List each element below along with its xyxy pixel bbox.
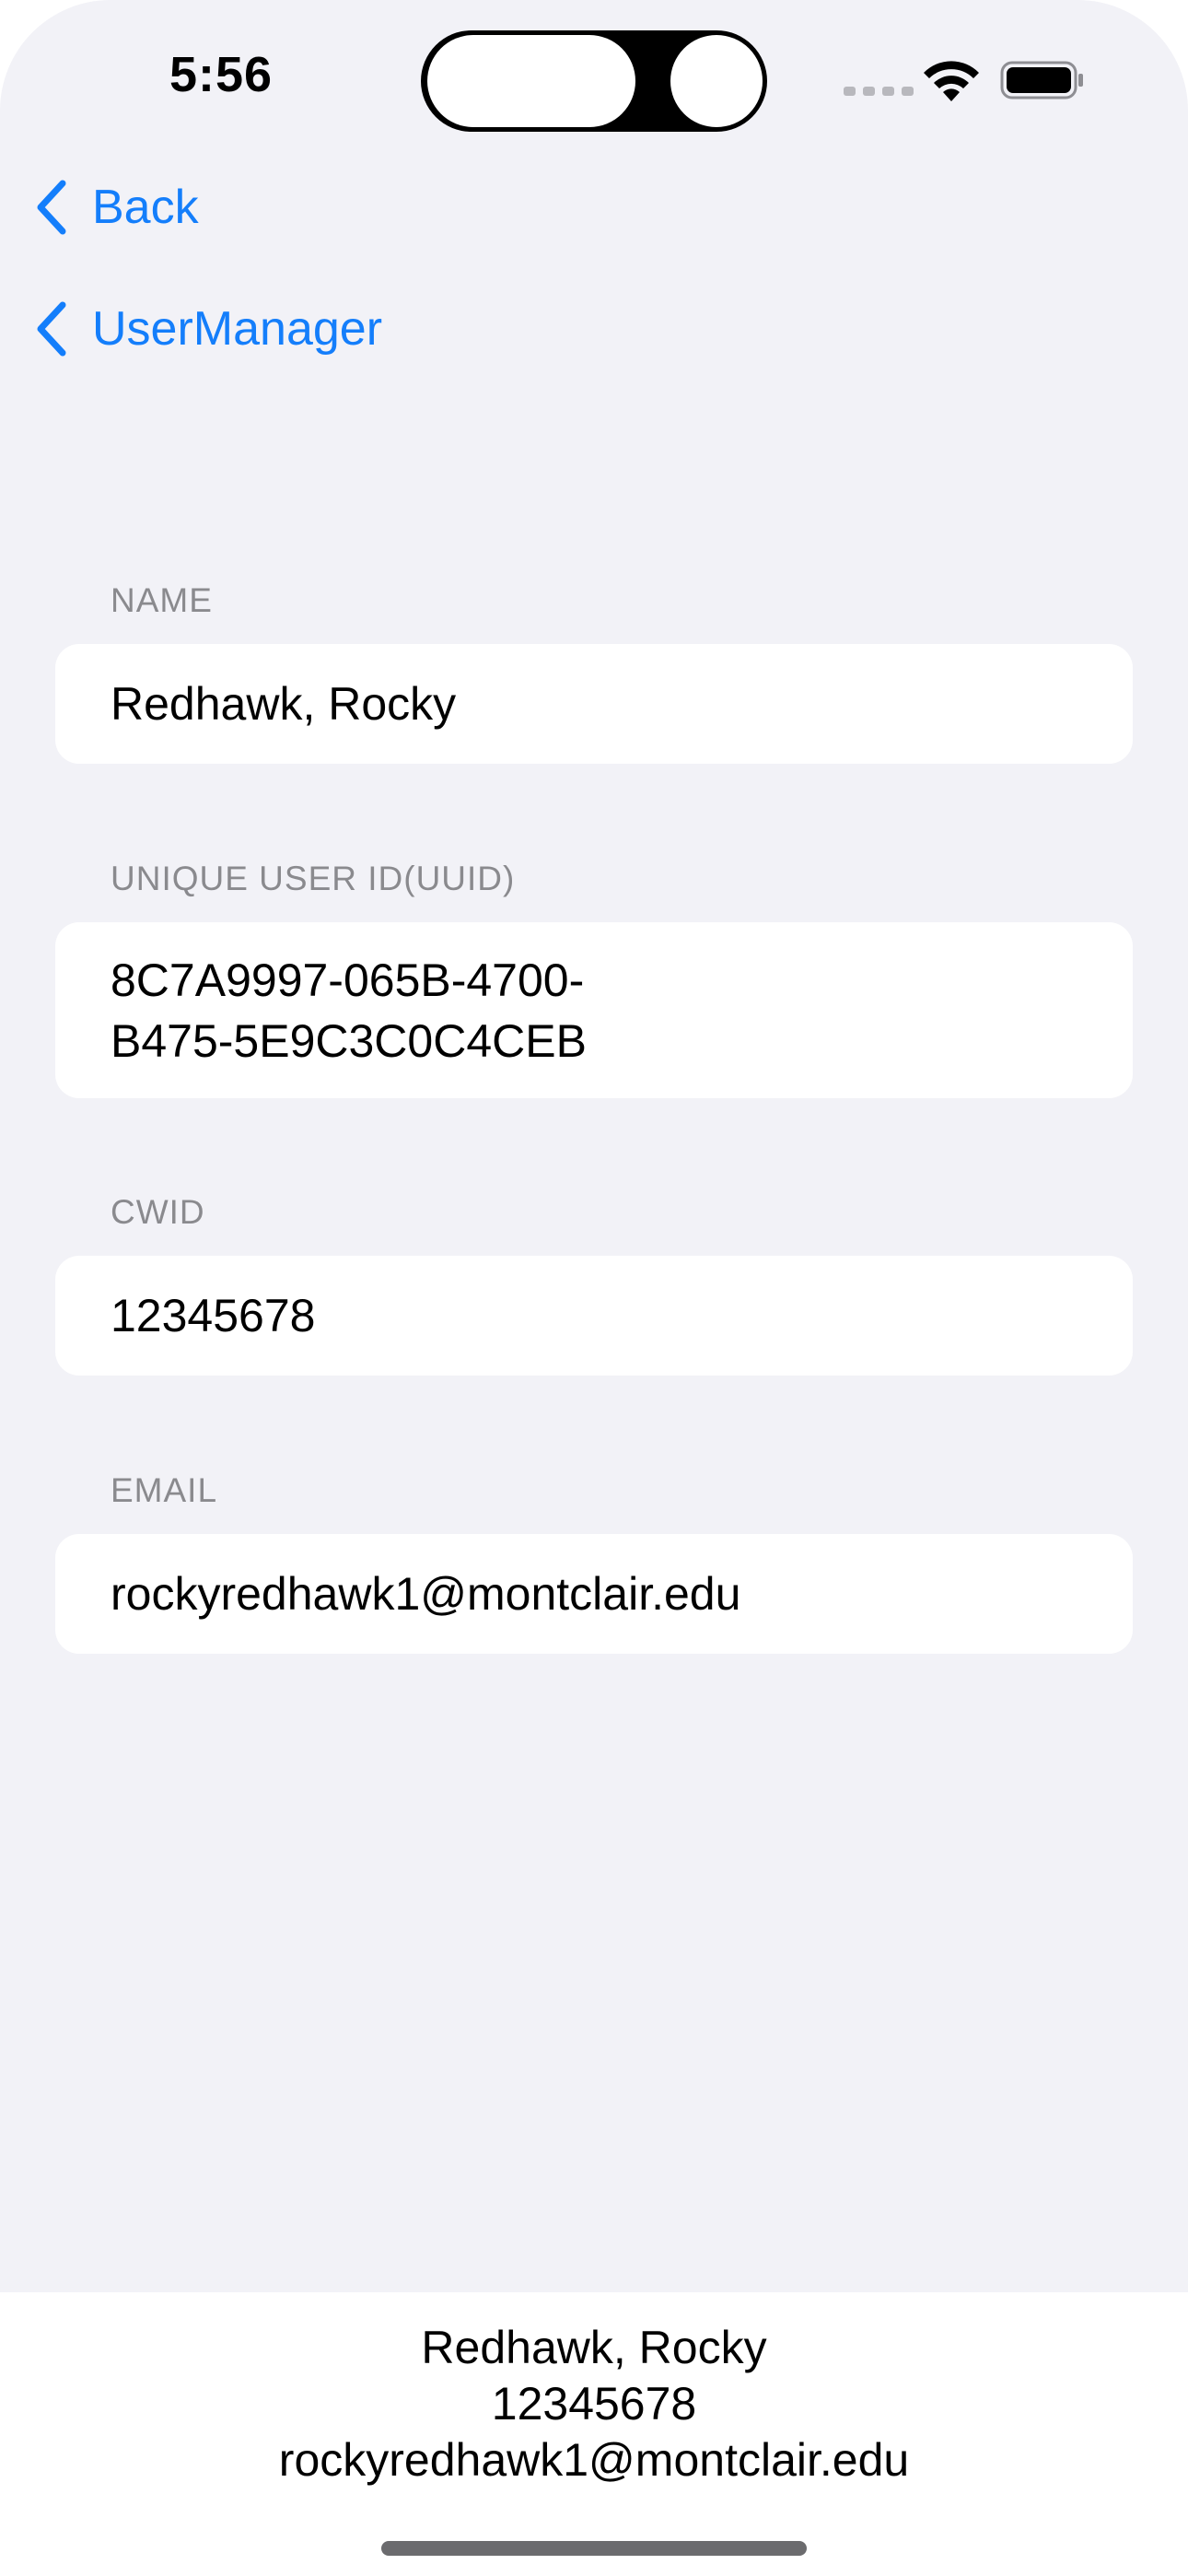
usermanager-back-label: UserManager (92, 302, 383, 356)
cwid-field[interactable]: 12345678 (55, 1256, 1133, 1376)
email-section: EMAIL rockyredhawk1@montclair.edu (55, 1471, 1133, 1654)
name-header: NAME (111, 581, 213, 619)
name-value: Redhawk, Rocky (111, 678, 457, 730)
summary-email: rockyredhawk1@montclair.edu (278, 2434, 910, 2486)
cwid-value: 12345678 (111, 1290, 316, 1341)
status-time: 5:56 (169, 47, 274, 102)
home-indicator[interactable] (381, 2541, 807, 2556)
dynamic-island-pill (427, 35, 635, 127)
uuid-section: UNIQUE USER ID(UUID) 8C7A9997-065B-4700-… (55, 860, 1133, 1098)
email-header: EMAIL (111, 1471, 218, 1509)
chevron-left-icon (37, 301, 66, 357)
uuid-field[interactable]: 8C7A9997-065B-4700- B475-5E9C3C0C4CEB (55, 922, 1133, 1098)
wifi-icon (924, 61, 979, 101)
name-field[interactable]: Redhawk, Rocky (55, 644, 1133, 764)
summary-name: Redhawk, Rocky (421, 2322, 767, 2373)
summary-panel: Redhawk, Rocky 12345678 rockyredhawk1@mo… (0, 2292, 1188, 2576)
uuid-value-line2: B475-5E9C3C0C4CEB (111, 1014, 587, 1067)
back-button[interactable]: Back (33, 180, 199, 235)
battery-icon (1000, 61, 1083, 100)
cwid-section: CWID 12345678 (55, 1193, 1133, 1376)
dynamic-island-dot (670, 35, 763, 127)
usermanager-back-button[interactable]: UserManager (33, 301, 382, 357)
uuid-header: UNIQUE USER ID(UUID) (111, 860, 516, 897)
summary-cwid: 12345678 (491, 2378, 697, 2430)
app-screen: 5:56 Back UserManager NAME Redhawk, Rock… (0, 0, 1188, 2576)
chevron-left-icon (37, 180, 66, 235)
name-section: NAME Redhawk, Rocky (55, 581, 1133, 764)
email-field[interactable]: rockyredhawk1@montclair.edu (55, 1534, 1133, 1654)
back-button-label: Back (92, 181, 199, 234)
cellular-signal-icon (844, 87, 914, 96)
uuid-value-line1: 8C7A9997-065B-4700- (111, 954, 585, 1006)
email-value: rockyredhawk1@montclair.edu (111, 1568, 741, 1620)
cwid-header: CWID (111, 1193, 205, 1231)
